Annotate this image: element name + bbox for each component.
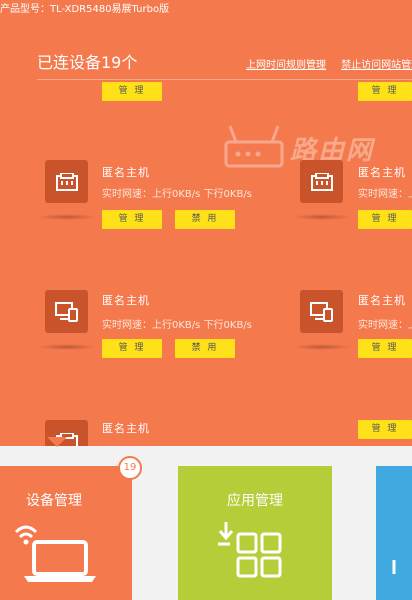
manage-button[interactable]: 管 理: [358, 420, 412, 439]
block-button[interactable]: 禁 用: [175, 210, 235, 229]
device-speed: 实时网速：上: [358, 320, 412, 331]
time-rules-link[interactable]: 上网时间规则管理: [246, 60, 326, 71]
device-name: 匿名主机: [102, 166, 150, 179]
manage-button[interactable]: 管 理: [102, 339, 162, 358]
app-management-label: 应用管理: [227, 493, 283, 509]
connected-devices-panel: 产品型号：TL-XDR5480易展Turbo版 已连设备19个 上网时间规则管理…: [0, 0, 412, 446]
device-speed: 实时网速：上: [358, 189, 412, 200]
panel-links: 上网时间规则管理 禁止访问网站管理: [246, 56, 412, 71]
app-grid-icon: [218, 522, 282, 578]
icon-shadow: [37, 214, 97, 220]
app-management-tile[interactable]: 应用管理: [178, 466, 332, 600]
computer-phone-icon: [300, 290, 343, 333]
manage-button[interactable]: 管 理: [358, 210, 412, 229]
model-label: 产品型号：TL-XDR5480易展Turbo版: [0, 4, 170, 15]
active-pointer: [47, 437, 67, 447]
title-divider: [37, 79, 412, 80]
icon-shadow: [37, 344, 97, 350]
device-name: 匿名主机: [358, 294, 406, 307]
wired-device-icon: [45, 160, 88, 203]
wifi-laptop-icon: [14, 525, 96, 582]
device-speed: 实时网速：上行0KB/s 下行0KB/s: [102, 320, 252, 331]
device-management-tile[interactable]: 设备管理: [0, 466, 132, 600]
blocked-sites-link[interactable]: 禁止访问网站管理: [341, 60, 412, 71]
device-name: 匿名主机: [358, 166, 406, 179]
tile-icon: [392, 560, 396, 574]
computer-phone-icon: [45, 290, 88, 333]
icon-shadow: [292, 344, 352, 350]
device-management-label: 设备管理: [26, 493, 82, 509]
manage-button[interactable]: 管 理: [102, 210, 162, 229]
block-button[interactable]: 禁 用: [175, 339, 235, 358]
third-tile[interactable]: [376, 466, 412, 600]
manage-button[interactable]: 管 理: [358, 82, 412, 101]
panel-title: 已连设备19个: [37, 53, 138, 72]
manage-button[interactable]: 管 理: [358, 339, 412, 358]
icon-shadow: [292, 214, 352, 220]
device-name: 匿名主机: [102, 422, 150, 435]
device-speed: 实时网速：上行0KB/s 下行0KB/s: [102, 189, 252, 200]
device-count-badge: 19: [118, 456, 142, 480]
manage-button[interactable]: 管 理: [102, 82, 162, 101]
device-name: 匿名主机: [102, 294, 150, 307]
wired-device-icon: [300, 160, 343, 203]
